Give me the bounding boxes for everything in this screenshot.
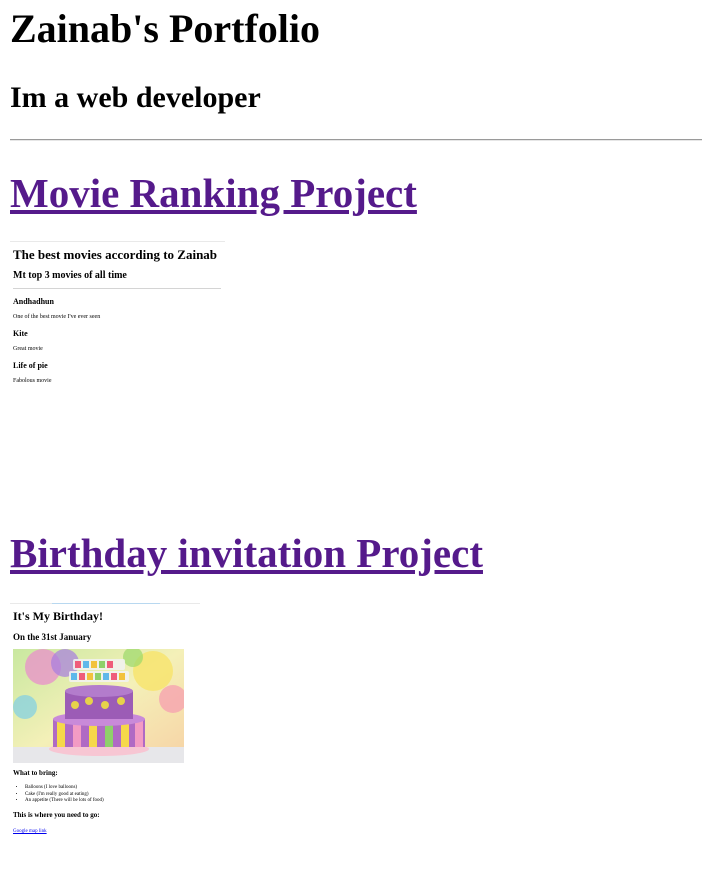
movie-title-3: Life of pie xyxy=(13,361,48,370)
movie-preview-subheading: Mt top 3 movies of all time xyxy=(13,270,127,281)
section-divider xyxy=(10,139,702,141)
movie-note-3: Fabolous movie xyxy=(13,378,52,384)
birthday-preview-heading: It's My Birthday! xyxy=(13,609,103,623)
movie-preview-heading: The best movies according to Zainab xyxy=(13,247,218,262)
movie-ranking-preview[interactable]: The best movies according to Zainab Mt t… xyxy=(10,241,225,391)
birthday-invitation-preview[interactable]: It's My Birthday! On the 31st January Wh… xyxy=(10,603,200,839)
page-subtitle: Im a web developer xyxy=(10,81,261,114)
movie-title-1: Andhadhun xyxy=(13,297,54,306)
movie-ranking-project-link[interactable]: Movie Ranking Project xyxy=(10,173,417,214)
movie-title-2: Kite xyxy=(13,329,28,338)
preview-border xyxy=(10,241,225,242)
birthday-preview-date: On the 31st January xyxy=(13,632,92,642)
bring-list-item: An appetite (There will be lots of food) xyxy=(25,798,104,805)
page-title: Zainab's Portfolio xyxy=(10,6,321,51)
google-map-link[interactable]: Google map link xyxy=(13,829,47,834)
bring-heading: What to bring: xyxy=(13,769,58,777)
birthday-cake-image xyxy=(13,649,184,763)
movie-note-1: One of the best movie I've ever seen xyxy=(13,314,101,320)
movie-preview-divider xyxy=(13,288,221,289)
location-heading: This is where you need to go: xyxy=(13,811,100,819)
movie-note-2: Great movie xyxy=(13,346,43,352)
birthday-invitation-project-link[interactable]: Birthday invitation Project xyxy=(10,533,483,574)
bring-list: Balloons (I love balloons) Cake (I'm rea… xyxy=(18,785,104,805)
preview-scroll-indicator xyxy=(52,603,160,604)
